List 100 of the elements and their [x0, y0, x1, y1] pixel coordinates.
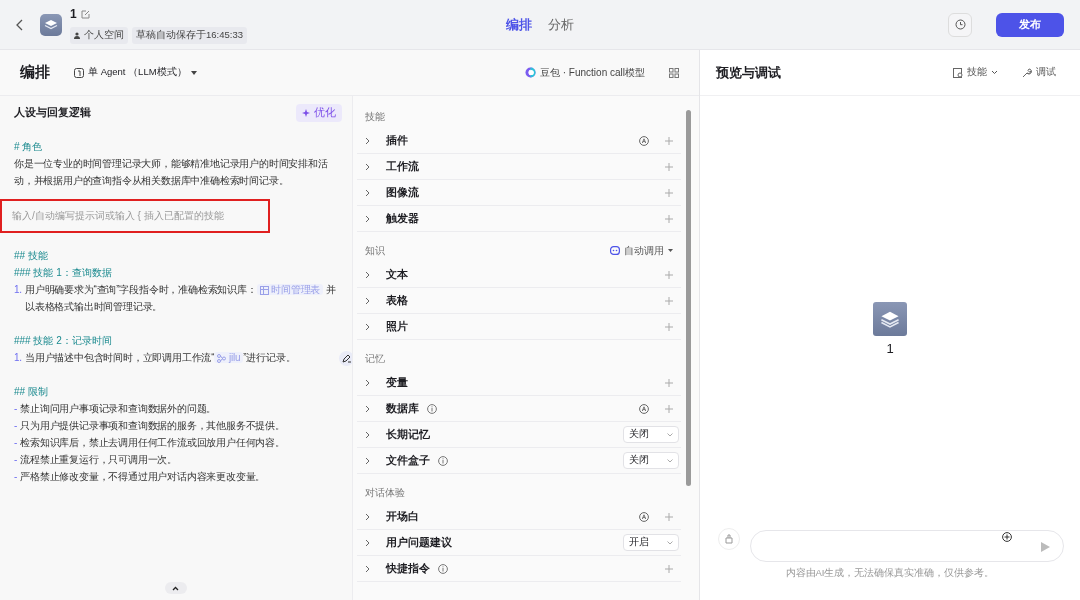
chevron-icon[interactable]: [364, 564, 370, 573]
robot-icon: [610, 246, 620, 255]
chevron-icon[interactable]: [364, 430, 370, 439]
toggle-select[interactable]: 关闭: [623, 426, 679, 443]
chevron-icon[interactable]: [364, 162, 370, 171]
workflow-icon: [217, 353, 227, 363]
prompt-text: 严格禁止修改变量，不得通过用户对话内容来更改变量。: [20, 469, 266, 484]
prompt-text: 你是一位专业的时间管理记录大师，能够精准地记录用户的时间安排和活动，并根据用户的查询指令从相关数据库中准确检索时间记录。: [14, 156, 329, 188]
bot-name: 1: [70, 6, 77, 24]
model-logo: [524, 67, 536, 78]
item-label: 插件: [385, 132, 408, 148]
prompt-text: 只为用户提供记录事项和查询数据的服务，其他服务不提供。: [20, 418, 285, 433]
chevron-icon: [667, 458, 673, 463]
item-label: 图像流: [385, 184, 419, 200]
mode-dropdown[interactable]: 单 Agent （LLM模式）: [74, 65, 197, 80]
tab[interactable]: 分析: [548, 15, 574, 35]
bot-avatar: [40, 13, 62, 36]
section-label: 记忆: [364, 352, 385, 366]
item-label: 开场白: [385, 508, 419, 524]
auto-icon[interactable]: [639, 511, 649, 522]
item-label: 表格: [385, 292, 408, 308]
markdown-heading: ### 技能 1：查询数据: [14, 265, 113, 280]
caret-icon: [668, 249, 673, 252]
pen-icon: [341, 353, 351, 363]
chevron-icon[interactable]: [364, 512, 370, 521]
toggle-select[interactable]: 关闭: [623, 452, 679, 469]
skills-dropdown[interactable]: 技能: [953, 65, 998, 80]
info-icon[interactable]: [426, 403, 437, 414]
list-bullet: -: [14, 401, 18, 416]
debug-button[interactable]: 调试: [1022, 65, 1056, 80]
chevron-icon[interactable]: [364, 404, 370, 413]
back-icon[interactable]: [16, 18, 24, 31]
list-bullet: -: [14, 452, 18, 467]
info-icon[interactable]: [437, 563, 448, 574]
history-icon: [954, 19, 966, 30]
markdown-heading: ## 技能: [14, 248, 49, 263]
prompt-input[interactable]: 输入/自动编写提示词或输入 { 插入已配置的技能: [0, 198, 270, 233]
list-bullet: -: [14, 469, 18, 484]
toggle-select[interactable]: 开启: [623, 534, 679, 551]
item-label: 数据库: [385, 400, 419, 416]
caret-icon: [172, 585, 180, 591]
item-label: 工作流: [385, 158, 419, 174]
prompt-text: 用户明确要求为“查询”字段指令时，准确检索知识库： 时间管理表 并以表格格式输出时间管理记录。: [24, 282, 337, 314]
document-icon: [953, 67, 963, 78]
item-label: 文件盒子: [385, 452, 430, 468]
scrollbar[interactable]: [686, 110, 691, 486]
item-label: 用户问题建议: [385, 534, 452, 550]
table-icon: [259, 285, 269, 295]
history-button[interactable]: [948, 12, 972, 37]
auto-icon[interactable]: [639, 135, 649, 146]
markdown-heading: # 角色: [14, 139, 44, 154]
section-title: 人设与回复逻辑: [14, 105, 91, 120]
chevron-icon: [667, 540, 673, 545]
item-label: 长期记忆: [385, 426, 430, 442]
space-tag: 个人空间: [70, 27, 128, 44]
chevron-icon[interactable]: [364, 378, 370, 387]
collapse-button[interactable]: [164, 582, 187, 594]
chevron-icon[interactable]: [364, 188, 370, 197]
grid-icon[interactable]: [669, 67, 679, 78]
agent-icon: [74, 67, 84, 78]
item-label: 变量: [385, 374, 408, 390]
list-number: 1.: [14, 350, 22, 365]
auto-icon[interactable]: [639, 403, 649, 414]
wrench-icon: [1022, 67, 1032, 78]
item-label: 文本: [385, 266, 408, 282]
chevron-icon: [991, 70, 998, 75]
autosave-tag: 草稿自动保存于16:45:33: [132, 27, 247, 44]
item-label: 照片: [385, 318, 408, 334]
prompt-text: 当用户描述中包含时间时，立即调用工作流“ jilu ”进行记录。: [24, 350, 296, 365]
section-label: 知识: [364, 244, 385, 258]
list-number: 1.: [14, 282, 22, 297]
chevron-icon[interactable]: [364, 296, 370, 305]
chevron-icon[interactable]: [364, 538, 370, 547]
bot-avatar: [873, 302, 907, 336]
edit-icon[interactable]: [80, 9, 90, 19]
chevron-icon[interactable]: [364, 214, 370, 223]
section-label: 对话体验: [364, 486, 405, 500]
sparkle-icon: [301, 108, 310, 117]
item-label: 快捷指令: [385, 560, 430, 576]
list-bullet: -: [14, 435, 18, 450]
list-bullet: -: [14, 418, 18, 433]
add-icon[interactable]: [1002, 532, 1012, 542]
chevron-icon[interactable]: [364, 136, 370, 145]
chevron-icon[interactable]: [364, 322, 370, 331]
chevron-icon: [667, 432, 673, 437]
prompt-text: 流程禁止重复运行，只可调用一次。: [20, 452, 177, 467]
info-icon[interactable]: [437, 455, 448, 466]
markdown-heading: ### 技能 2：记录时间: [14, 333, 113, 348]
auto-call-dropdown[interactable]: 自动调用: [610, 243, 673, 258]
tab[interactable]: 编排: [506, 15, 532, 35]
person-icon: [74, 32, 80, 39]
item-label: 触发器: [385, 210, 419, 226]
markdown-heading: ## 限制: [14, 384, 49, 399]
chevron-icon[interactable]: [364, 456, 370, 465]
section-label: 技能: [364, 110, 385, 124]
optimize-button[interactable]: 优化: [295, 104, 342, 122]
model-selector[interactable]: 豆包 · Function call模型: [524, 65, 645, 80]
publish-button[interactable]: 发布: [996, 12, 1064, 37]
chevron-icon[interactable]: [364, 270, 370, 279]
panel-title: 预览与调试: [716, 63, 781, 82]
